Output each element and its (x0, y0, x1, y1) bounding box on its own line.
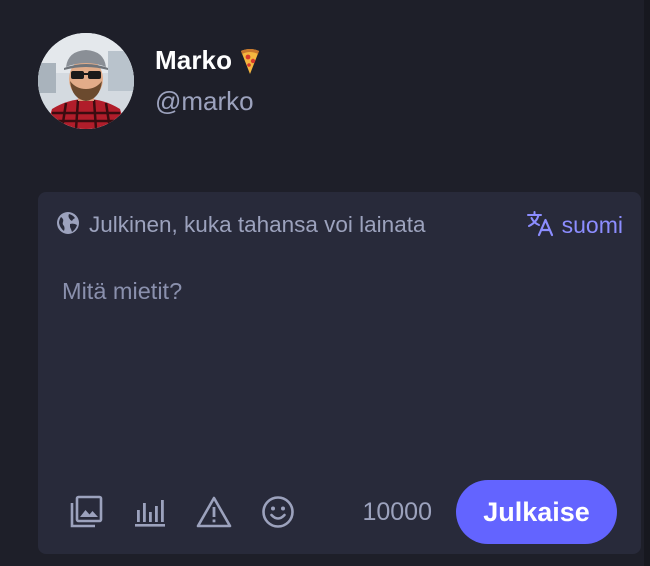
emoji-picker-button[interactable] (260, 494, 296, 530)
compose-panel: Marko @marko Julkinen, kuka tahansa voi … (0, 0, 650, 566)
add-poll-button[interactable] (132, 494, 168, 530)
translate-icon (526, 209, 554, 242)
emoji-icon (261, 495, 295, 529)
display-name-row: Marko (155, 45, 262, 76)
status-input[interactable] (62, 278, 617, 438)
globe-icon (56, 211, 80, 240)
visibility-selector[interactable]: Julkinen, kuka tahansa voi lainata (56, 211, 425, 240)
warning-icon (196, 495, 232, 529)
visibility-label: Julkinen, kuka tahansa voi lainata (89, 212, 426, 237)
language-selector[interactable]: suomi (526, 209, 623, 242)
poll-icon (133, 495, 167, 529)
character-counter: 10000 (362, 497, 432, 526)
compose-form: Julkinen, kuka tahansa voi lainata suomi (38, 192, 641, 554)
avatar-photo-icon (38, 33, 134, 129)
avatar[interactable] (38, 33, 134, 129)
display-name[interactable]: Marko (155, 45, 232, 76)
pizza-emoji-icon (238, 47, 262, 75)
account-header: Marko @marko (38, 33, 262, 129)
compose-options-row: Julkinen, kuka tahansa voi lainata suomi (56, 208, 623, 242)
add-media-button[interactable] (68, 494, 104, 530)
content-warning-button[interactable] (196, 494, 232, 530)
publish-button[interactable]: Julkaise (456, 480, 617, 544)
compose-actions-row: 10000 Julkaise (68, 480, 617, 544)
account-handle[interactable]: @marko (155, 86, 262, 117)
column-divider (644, 0, 650, 566)
image-icon (69, 495, 103, 529)
language-label: suomi (561, 211, 623, 238)
account-names: Marko @marko (155, 45, 262, 117)
